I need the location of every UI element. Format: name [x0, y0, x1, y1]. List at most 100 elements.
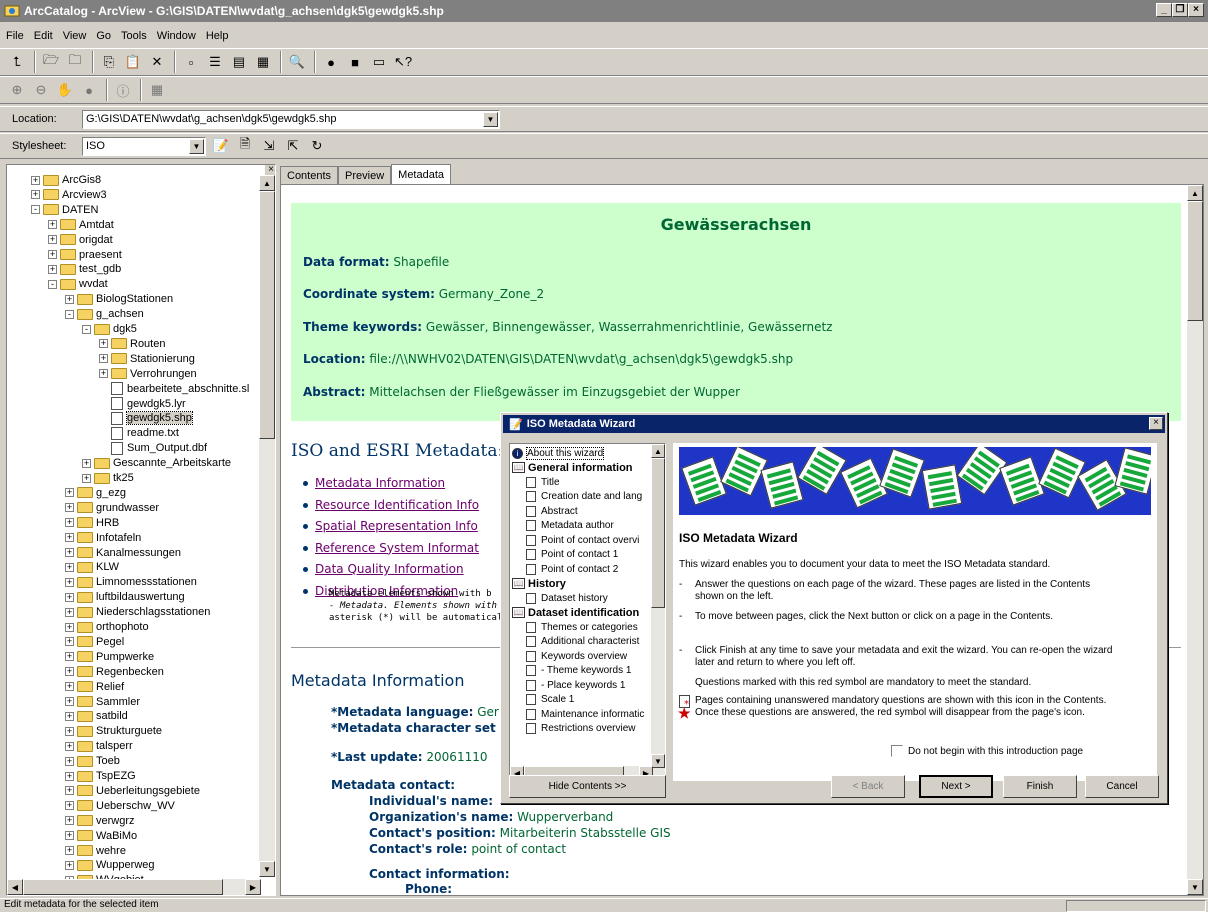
- tree-folder[interactable]: - dgk5: [82, 322, 137, 336]
- expand-icon[interactable]: +: [65, 294, 74, 304]
- tree-folder[interactable]: + satbild: [65, 709, 128, 723]
- expand-icon[interactable]: +: [82, 458, 91, 468]
- expand-icon[interactable]: +: [31, 190, 40, 200]
- finish-button[interactable]: Finish: [1003, 775, 1077, 798]
- expand-icon[interactable]: +: [48, 220, 57, 230]
- close-button[interactable]: ×: [1149, 417, 1163, 430]
- expand-icon[interactable]: +: [65, 667, 74, 677]
- expand-icon[interactable]: +: [99, 354, 108, 364]
- expand-icon[interactable]: +: [65, 726, 74, 736]
- tree-folder[interactable]: + grundwasser: [65, 501, 159, 515]
- skip-intro-checkbox[interactable]: [891, 745, 903, 757]
- expand-icon[interactable]: +: [65, 831, 74, 841]
- expand-icon[interactable]: +: [65, 548, 74, 557]
- expand-icon[interactable]: +: [65, 801, 74, 811]
- scroll-right-icon[interactable]: ▶: [245, 879, 261, 895]
- import-metadata-icon[interactable]: ⇲: [258, 135, 280, 157]
- scroll-up-icon[interactable]: ▲: [259, 175, 275, 191]
- stylesheet-combo[interactable]: ISO ▼: [82, 136, 206, 156]
- expand-icon[interactable]: +: [65, 816, 74, 826]
- export-metadata-icon[interactable]: ⇱: [282, 135, 304, 157]
- connect-folder-icon[interactable]: 🗁: [40, 51, 62, 73]
- whats-this-icon[interactable]: ↖?: [392, 51, 414, 73]
- wizard-contents-item[interactable]: Dataset history: [526, 591, 608, 605]
- tree-file[interactable]: readme.txt: [99, 426, 179, 440]
- menu-window[interactable]: Window: [157, 30, 196, 42]
- tree-horizontal-scrollbar[interactable]: ◀ ▶: [7, 879, 261, 895]
- expand-icon[interactable]: +: [65, 711, 74, 721]
- scroll-down-icon[interactable]: ▼: [259, 861, 275, 877]
- thumbnails-icon[interactable]: ▦: [252, 51, 274, 73]
- up-one-level-icon[interactable]: ⮤: [6, 51, 28, 73]
- tree-folder[interactable]: + Routen: [99, 337, 165, 351]
- scroll-left-icon[interactable]: ◀: [7, 879, 23, 895]
- scroll-down-icon[interactable]: ▼: [651, 754, 665, 768]
- tree-folder[interactable]: + Arcview3: [31, 188, 107, 202]
- expand-icon[interactable]: +: [31, 175, 40, 185]
- identify-icon[interactable]: ⓘ: [112, 79, 134, 101]
- tree-folder[interactable]: + Gescannte_Arbeitskarte: [82, 456, 231, 470]
- tree-folder[interactable]: + wehre: [65, 844, 126, 858]
- catalog-tree[interactable]: × + ArcGis8 + Arcview3 - DATEN + Amtdat + origdat…: [6, 164, 276, 896]
- expand-icon[interactable]: +: [48, 235, 57, 245]
- tree-folder[interactable]: + Relief: [65, 680, 124, 694]
- expand-icon[interactable]: +: [65, 756, 74, 766]
- arcglobe-icon[interactable]: ●: [320, 51, 342, 73]
- tree-folder[interactable]: + verwgrz: [65, 814, 135, 828]
- tree-folder[interactable]: + Limnomessstationen: [65, 575, 197, 589]
- hide-contents-button[interactable]: Hide Contents >>: [509, 775, 666, 798]
- menu-go[interactable]: Go: [96, 30, 111, 42]
- scroll-thumb[interactable]: [23, 879, 223, 895]
- expand-icon[interactable]: +: [65, 592, 74, 602]
- expand-icon[interactable]: +: [65, 503, 74, 513]
- next-button[interactable]: Next >: [919, 775, 993, 798]
- copy-icon[interactable]: ⎘: [98, 51, 120, 73]
- expand-icon[interactable]: +: [48, 264, 57, 274]
- metadata-section-link[interactable]: Reference System Informat: [315, 541, 479, 555]
- wizard-contents-item[interactable]: Metadata author: [526, 519, 614, 533]
- expand-icon[interactable]: +: [65, 682, 74, 692]
- menu-tools[interactable]: Tools: [121, 30, 147, 42]
- scroll-up-icon[interactable]: ▲: [1187, 185, 1203, 201]
- wizard-contents-item[interactable]: - Place keywords 1: [526, 678, 625, 692]
- expand-icon[interactable]: +: [65, 577, 74, 587]
- tree-file[interactable]: gewdgk5.shp: [99, 411, 193, 426]
- expand-icon[interactable]: +: [65, 741, 74, 751]
- wizard-contents-item[interactable]: i About this wizard: [512, 446, 605, 460]
- minimize-button[interactable]: _: [1156, 3, 1172, 17]
- wizard-contents-item[interactable]: 📖 Dataset identification: [512, 606, 639, 620]
- tree-folder[interactable]: + Toeb: [65, 754, 120, 768]
- tree-folder[interactable]: + Niederschlagsstationen: [65, 605, 210, 619]
- tree-folder[interactable]: + luftbildauswertung: [65, 590, 185, 604]
- menu-file[interactable]: File: [6, 30, 24, 42]
- tree-folder[interactable]: + Sammler: [65, 695, 140, 709]
- wizard-contents-item[interactable]: Maintenance informatic: [526, 707, 644, 721]
- collapse-icon[interactable]: -: [48, 279, 57, 289]
- collapse-icon[interactable]: -: [65, 309, 74, 319]
- tree-folder[interactable]: + praesent: [48, 248, 122, 262]
- back-button[interactable]: < Back: [831, 775, 905, 798]
- large-icons-icon[interactable]: ▫: [180, 51, 202, 73]
- menu-help[interactable]: Help: [206, 30, 229, 42]
- tree-folder[interactable]: + ArcGis8: [31, 173, 101, 187]
- tree-vertical-scrollbar[interactable]: ▲ ▼: [259, 175, 275, 877]
- expand-icon[interactable]: +: [65, 786, 74, 796]
- tree-folder[interactable]: - wvdat: [48, 277, 108, 291]
- chevron-down-icon[interactable]: ▼: [483, 111, 498, 127]
- tree-folder[interactable]: + Infotafeln: [65, 531, 141, 545]
- scroll-down-icon[interactable]: ▼: [1187, 879, 1203, 895]
- zoom-in-icon[interactable]: ⊕: [6, 79, 28, 101]
- tree-folder[interactable]: + Stationierung: [99, 352, 195, 366]
- wizard-contents-tree[interactable]: i About this wizard 📖 General information Ti…: [509, 443, 666, 781]
- expand-icon[interactable]: +: [99, 369, 108, 379]
- expand-icon[interactable]: +: [65, 771, 74, 781]
- scroll-thumb[interactable]: [651, 458, 665, 608]
- metadata-section-link[interactable]: Data Quality Information: [315, 562, 464, 576]
- wizard-contents-item[interactable]: Point of contact 1: [526, 548, 618, 562]
- zoom-out-icon[interactable]: ⊖: [30, 79, 52, 101]
- tree-file[interactable]: gewdgk5.lyr: [99, 397, 186, 411]
- tab-metadata[interactable]: Metadata: [391, 164, 452, 185]
- delete-icon[interactable]: ✕: [146, 51, 168, 73]
- tree-file[interactable]: Sum_Output.dbf: [99, 441, 207, 455]
- tree-folder[interactable]: + Regenbecken: [65, 665, 164, 679]
